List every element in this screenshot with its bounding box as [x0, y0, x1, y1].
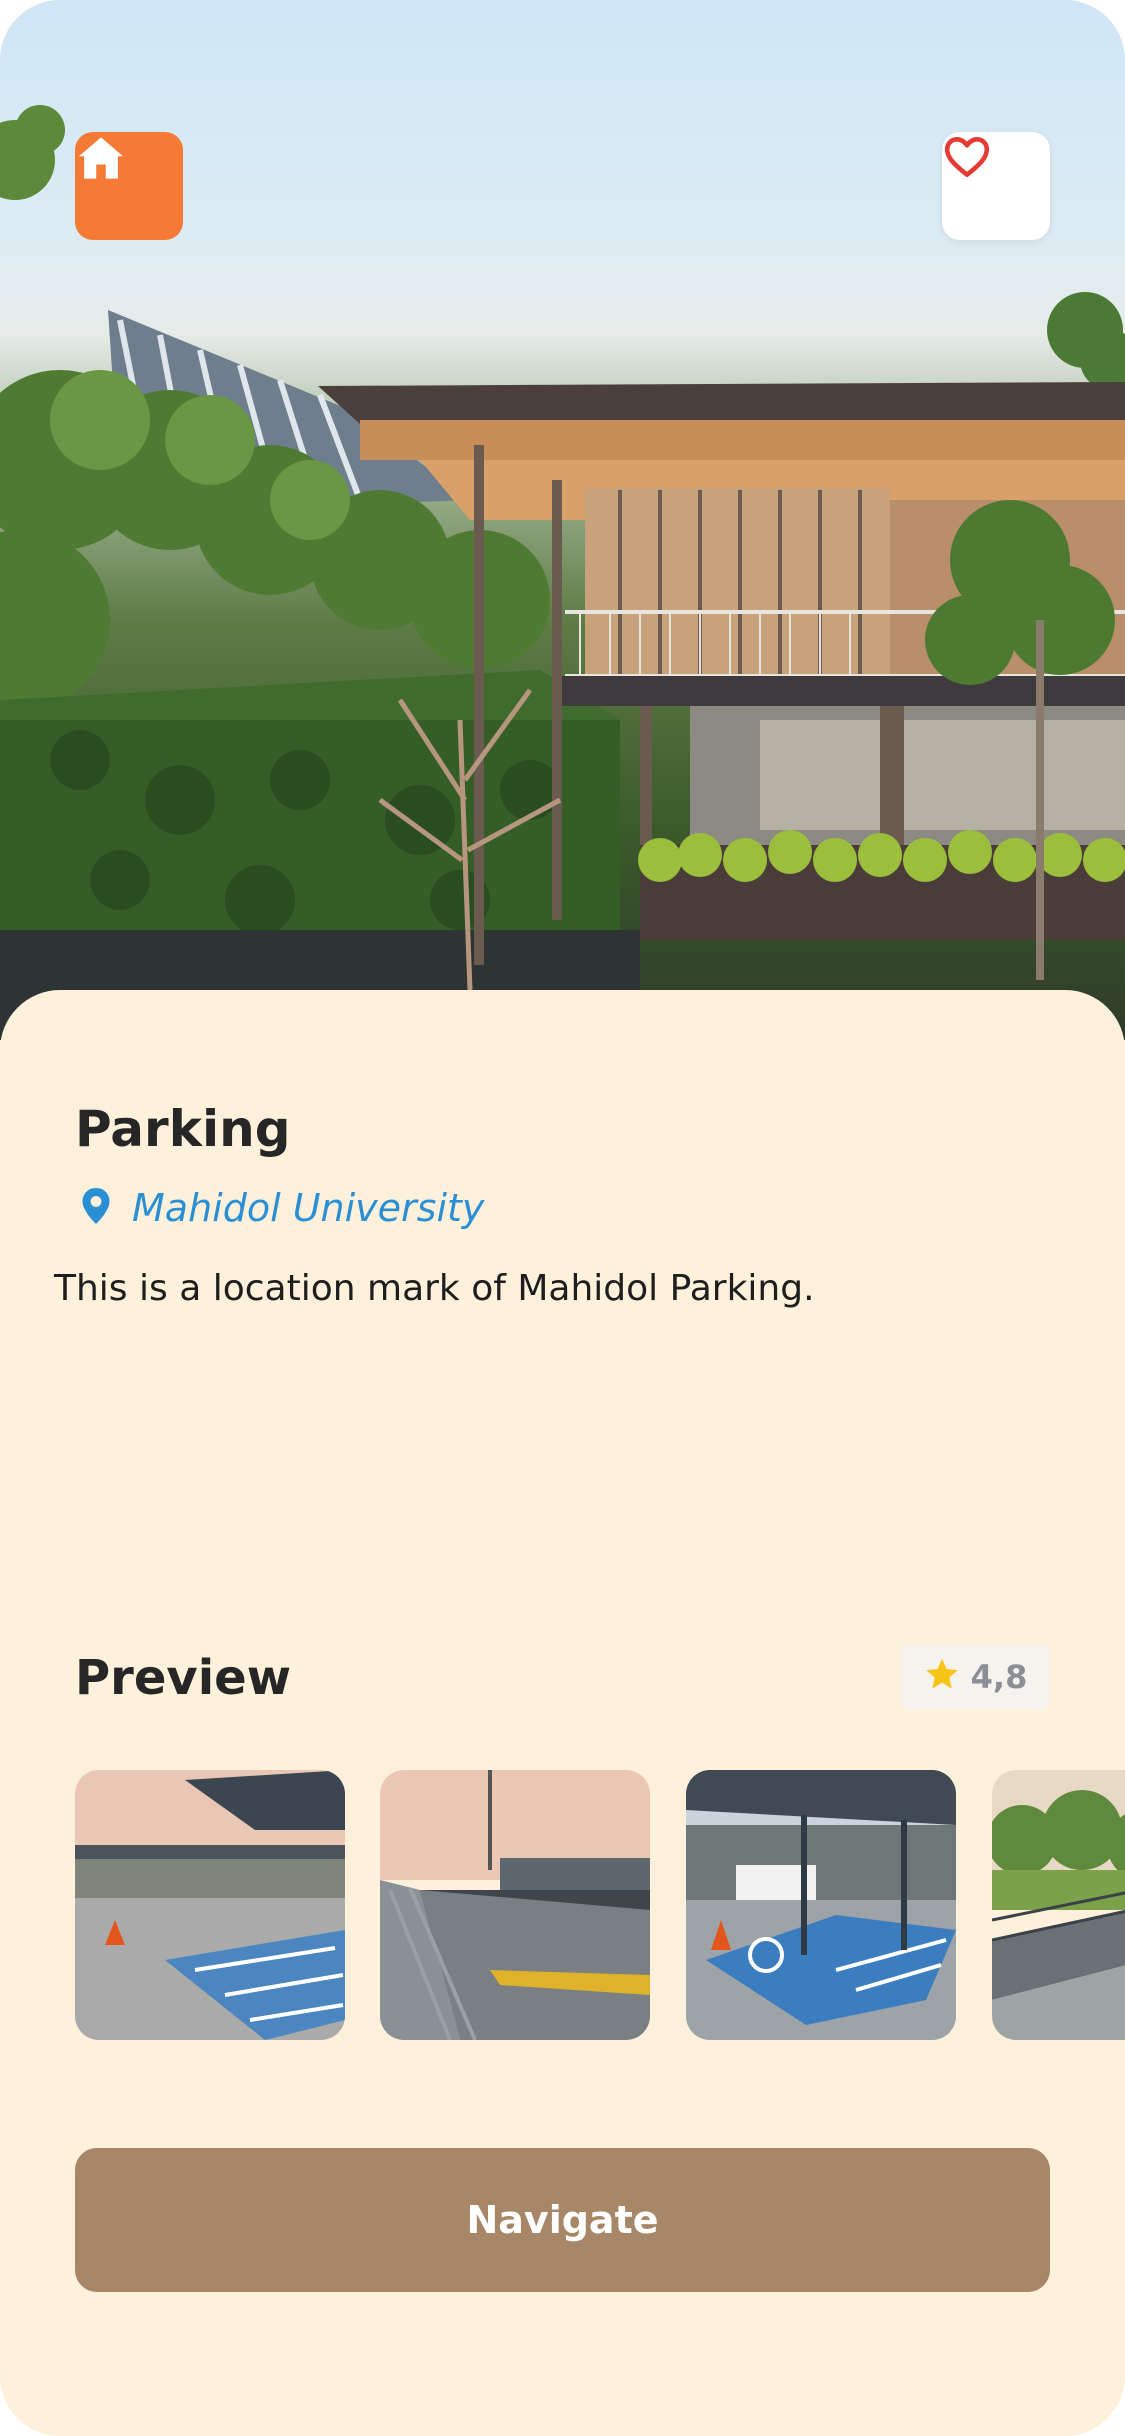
- location-label[interactable]: Mahidol University: [132, 1186, 484, 1230]
- favorite-button[interactable]: [942, 132, 1050, 240]
- star-icon: [923, 1656, 961, 1698]
- preview-thumbnail-1[interactable]: [75, 1770, 345, 2040]
- place-title: Parking: [75, 1100, 291, 1158]
- location-pin-icon: [78, 1186, 114, 1230]
- navigate-button[interactable]: Navigate: [75, 2148, 1050, 2292]
- screen: Parking Mahidol University This is a loc…: [0, 0, 1125, 2436]
- location-link[interactable]: Mahidol University: [78, 1186, 484, 1230]
- preview-thumbnail-4[interactable]: [992, 1770, 1125, 2040]
- rating-value: 4,8: [970, 1658, 1028, 1696]
- preview-thumbnail-3[interactable]: [686, 1770, 956, 2040]
- preview-thumbnail-2[interactable]: [380, 1770, 650, 2040]
- home-button[interactable]: [75, 132, 183, 240]
- hero-image: [0, 0, 1125, 1040]
- preview-gallery[interactable]: [0, 1770, 1125, 2040]
- rating-badge: 4,8: [900, 1644, 1050, 1710]
- place-description: This is a location mark of Mahidol Parki…: [54, 1268, 815, 1309]
- preview-heading: Preview: [75, 1650, 292, 1706]
